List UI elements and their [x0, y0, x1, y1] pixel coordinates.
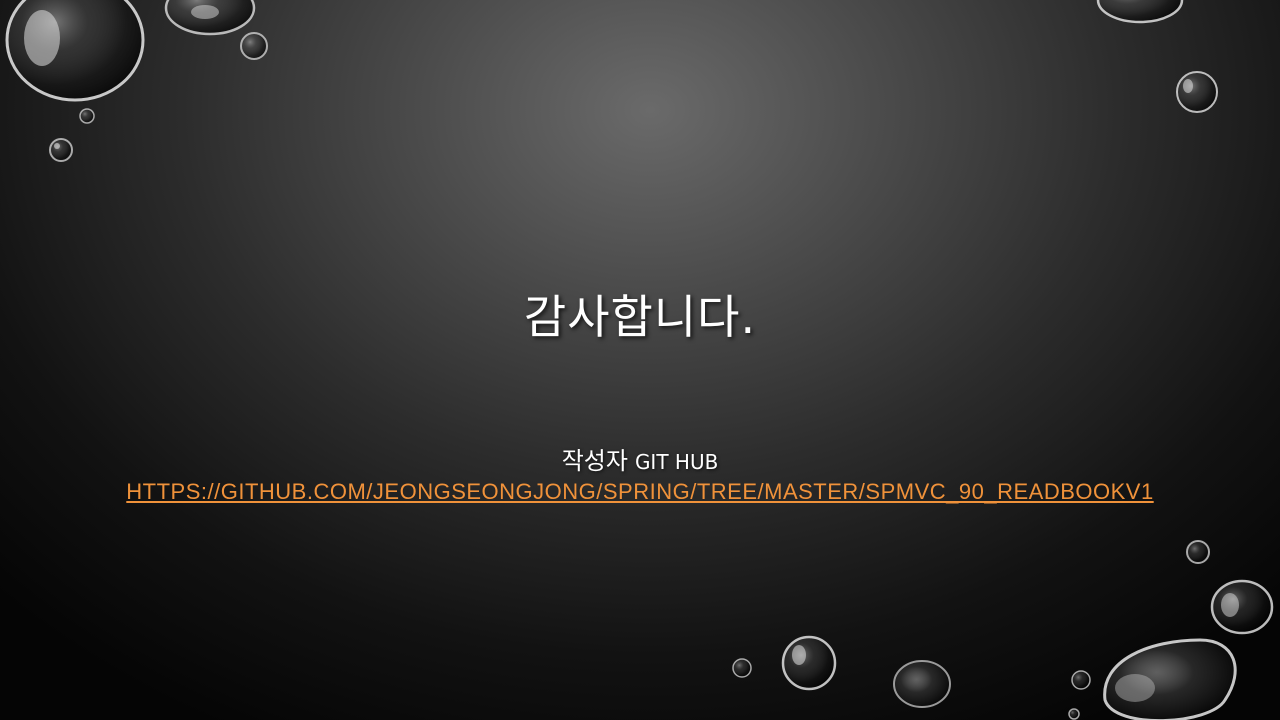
droplet-top-left-small: [164, 0, 256, 36]
droplet-top-left-tiny-3: [49, 138, 73, 162]
droplet-bottom-center-dark: [893, 660, 951, 708]
droplet-bottom-right-large: [1103, 638, 1237, 720]
droplet-top-right-large: [1096, 0, 1184, 24]
droplet-bottom-right-medium: [1210, 579, 1274, 635]
droplet-top-left-large: [5, 0, 145, 102]
droplet-bottom-right-tiny-2: [1071, 670, 1091, 690]
slide: 감사합니다. 작성자 GIT HUB HTTPS://GITHUB.COM/JE…: [0, 0, 1280, 720]
author-line: 작성자 GIT HUB: [0, 446, 1280, 478]
water-droplets-decoration: [5, 0, 1274, 720]
droplet-top-left-tiny-1: [240, 32, 268, 60]
slide-title: 감사합니다.: [523, 290, 757, 344]
droplet-bottom-center-small: [732, 658, 752, 678]
droplet-top-left-tiny-2: [79, 108, 95, 124]
droplet-top-right-small: [1176, 71, 1218, 113]
github-repository-link[interactable]: HTTPS://GITHUB.COM/JEONGSEONGJONG/SPRING…: [126, 479, 1153, 504]
droplet-bottom-right-tiny: [1186, 540, 1210, 564]
droplet-bottom-center-medium: [781, 635, 837, 691]
author-git-hub-label: GIT HUB: [634, 450, 719, 474]
droplet-bottom-right-tiny-3: [1068, 708, 1080, 720]
github-link-line: HTTPS://GITHUB.COM/JEONGSEONGJONG/SPRING…: [0, 476, 1280, 508]
author-label: 작성자: [561, 447, 628, 475]
